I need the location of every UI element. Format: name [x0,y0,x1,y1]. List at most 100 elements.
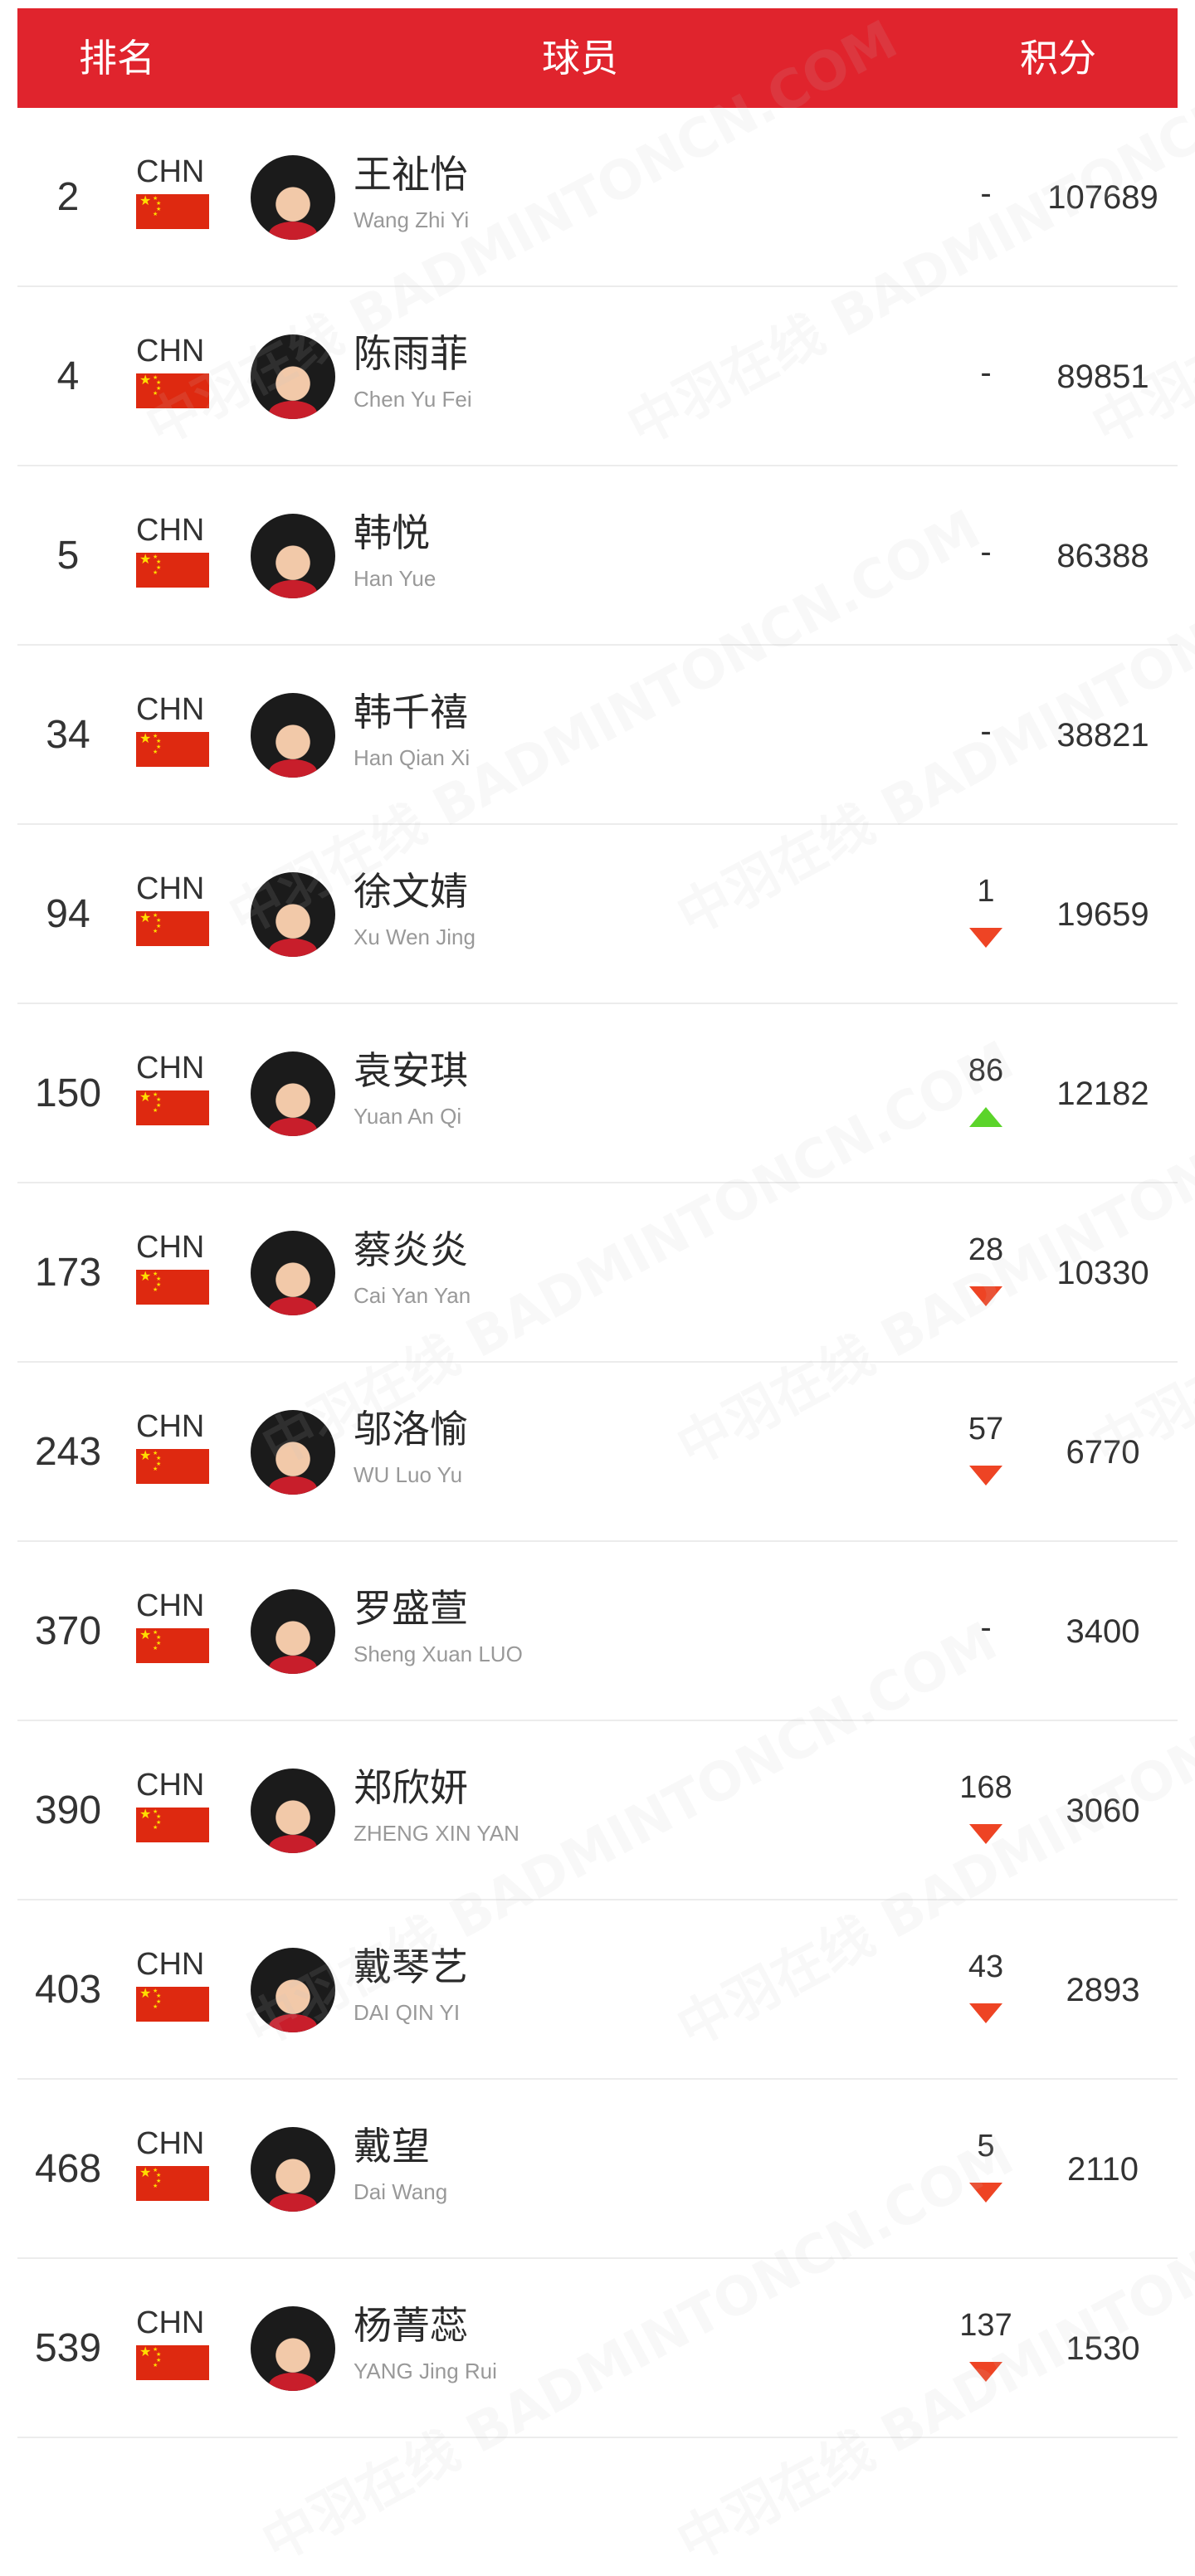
rank-change: - [980,713,992,749]
china-flag-icon: ★ ★ ★ ★ ★ [136,373,209,408]
player-avatar[interactable] [251,1589,335,1674]
player-name-cn[interactable]: 郑欣妍 [354,1763,468,1812]
country: CHN ★ ★ ★ ★ ★ [136,2126,211,2201]
rank-change-cell: 5 [949,2080,1023,2257]
rank-change-cell: 86 [949,1004,1023,1182]
points-value: 3060 [1066,1793,1140,1829]
points-value: 2893 [1066,1972,1140,2008]
player-name-en: Sheng Xuan LUO [354,1642,523,1666]
player-name-en: Chen Yu Fei [354,387,472,412]
table-row[interactable]: 370 CHN ★ ★ ★ ★ ★ 罗盛萱 Sheng Xuan LUO - 3400 [17,1542,1178,1721]
arrow-down-icon [969,2183,1002,2203]
header-points: 积分 [1020,36,1096,80]
table-row[interactable]: 403 CHN ★ ★ ★ ★ ★ 戴琴艺 DAI QIN YI 43 2893 [17,1900,1178,2080]
rank-number: 539 [34,2326,102,2370]
points-value: 2110 [1066,2151,1139,2188]
player-name-cn[interactable]: 戴琴艺 [354,1942,468,1992]
player-avatar[interactable] [251,1231,335,1315]
china-flag-icon: ★ ★ ★ ★ ★ [136,2166,209,2201]
rank-number: 403 [34,1968,102,2012]
player-name-cn[interactable]: 韩千禧 [354,687,468,737]
player-name-cn[interactable]: 邬洛愉 [354,1404,468,1454]
rank-change: 43 [968,1949,1004,1984]
china-flag-icon: ★ ★ ★ ★ ★ [136,553,209,588]
china-flag-icon: ★ ★ ★ ★ ★ [136,194,209,229]
player-name-en: ZHENG XIN YAN [354,1821,519,1846]
player-name-cn[interactable]: 陈雨菲 [354,329,468,378]
table-row[interactable]: 94 CHN ★ ★ ★ ★ ★ 徐文婧 Xu Wen Jing 1 19659 [17,825,1178,1004]
china-flag-icon: ★ ★ ★ ★ ★ [136,1449,209,1484]
player-name-cn[interactable]: 韩悦 [354,508,430,558]
table-row[interactable]: 539 CHN ★ ★ ★ ★ ★ 杨菁蕊 YANG Jing Rui 137 1530 [17,2259,1178,2438]
rank-change: - [980,1609,992,1646]
table-row[interactable]: 5 CHN ★ ★ ★ ★ ★ 韩悦 Han Yue - 86388 [17,466,1178,646]
table-row[interactable]: 390 CHN ★ ★ ★ ★ ★ 郑欣妍 ZHENG XIN YAN 168 3060 [17,1721,1178,1900]
player-name-cn[interactable]: 蔡炎炎 [354,1225,468,1275]
rank-change: 28 [968,1232,1004,1267]
country-code: CHN [136,513,205,548]
rank-change-cell: 57 [949,1363,1023,1540]
rank-change-cell: - [949,1542,1023,1720]
country-code: CHN [136,692,205,727]
country-code: CHN [136,1051,205,1086]
player-avatar[interactable] [251,1769,335,1853]
table-row[interactable]: 2 CHN ★ ★ ★ ★ ★ 王祉怡 Wang Zhi Yi - 107689 [17,108,1178,287]
player-avatar[interactable] [251,2306,335,2391]
arrow-up-icon [969,1107,1002,1127]
arrow-down-icon [969,1466,1002,1486]
table-row[interactable]: 4 CHN ★ ★ ★ ★ ★ 陈雨菲 Chen Yu Fei - 89851 [17,287,1178,466]
rank-change: 86 [968,1053,1004,1088]
rank-change: 137 [959,2308,1012,2343]
player-name-cn[interactable]: 袁安琪 [354,1046,468,1095]
rank-number: 34 [46,713,90,757]
player-name-cn[interactable]: 戴望 [354,2121,430,2171]
table-row[interactable]: 243 CHN ★ ★ ★ ★ ★ 邬洛愉 WU Luo Yu 57 6770 [17,1363,1178,1542]
arrow-down-icon [969,2003,1002,2023]
player-name-en: Yuan An Qi [354,1104,462,1129]
rank-change-cell: - [949,646,1023,823]
rank-number: 468 [34,2147,102,2191]
player-avatar[interactable] [251,334,335,419]
player-name-cn[interactable]: 王祉怡 [354,149,468,199]
country-code: CHN [136,1768,205,1803]
player-name-en: WU Luo Yu [354,1462,463,1487]
country-code: CHN [136,1588,205,1623]
table-row[interactable]: 150 CHN ★ ★ ★ ★ ★ 袁安琪 Yuan An Qi 86 12182 [17,1004,1178,1183]
country-code: CHN [136,1947,205,1982]
player-avatar[interactable] [251,155,335,240]
table-header: 排名 球员 积分 [17,8,1178,108]
player-avatar[interactable] [251,1410,335,1495]
player-avatar[interactable] [251,1948,335,2032]
points-value: 107689 [1047,179,1158,216]
country-code: CHN [136,1230,205,1265]
player-name-cn[interactable]: 杨菁蕊 [354,2300,468,2350]
rank-change: - [980,534,992,570]
rank-change-cell: - [949,108,1023,285]
table-row[interactable]: 173 CHN ★ ★ ★ ★ ★ 蔡炎炎 Cai Yan Yan 28 10330 [17,1183,1178,1363]
table-row[interactable]: 34 CHN ★ ★ ★ ★ ★ 韩千禧 Han Qian Xi - 38821 [17,646,1178,825]
player-name-en: Wang Zhi Yi [354,207,470,232]
points-value: 86388 [1056,538,1149,574]
table-row[interactable]: 468 CHN ★ ★ ★ ★ ★ 戴望 Dai Wang 5 2110 [17,2080,1178,2259]
china-flag-icon: ★ ★ ★ ★ ★ [136,2345,209,2380]
country-code: CHN [136,154,205,189]
points-value: 1530 [1066,2330,1140,2367]
player-name-cn[interactable]: 罗盛萱 [354,1583,468,1633]
country: CHN ★ ★ ★ ★ ★ [136,871,211,946]
player-avatar[interactable] [251,1051,335,1136]
china-flag-icon: ★ ★ ★ ★ ★ [136,1090,209,1125]
player-avatar[interactable] [251,693,335,778]
player-avatar[interactable] [251,514,335,598]
points-value: 3400 [1066,1613,1140,1650]
player-avatar[interactable] [251,2127,335,2212]
player-name-en: Xu Wen Jing [354,925,476,949]
rank-change: - [980,175,992,212]
arrow-down-icon [969,1824,1002,1844]
rank-number: 370 [34,1609,102,1653]
rank-change-cell: 43 [949,1900,1023,2078]
ranking-table: 排名 球员 积分 2 CHN ★ ★ ★ ★ ★ 王祉怡 Wang Zhi Yi - 107689 4… [17,8,1178,2438]
country: CHN ★ ★ ★ ★ ★ [136,1768,211,1842]
player-name-cn[interactable]: 徐文婧 [354,866,468,916]
player-avatar[interactable] [251,872,335,957]
points-value: 12182 [1056,1076,1149,1112]
